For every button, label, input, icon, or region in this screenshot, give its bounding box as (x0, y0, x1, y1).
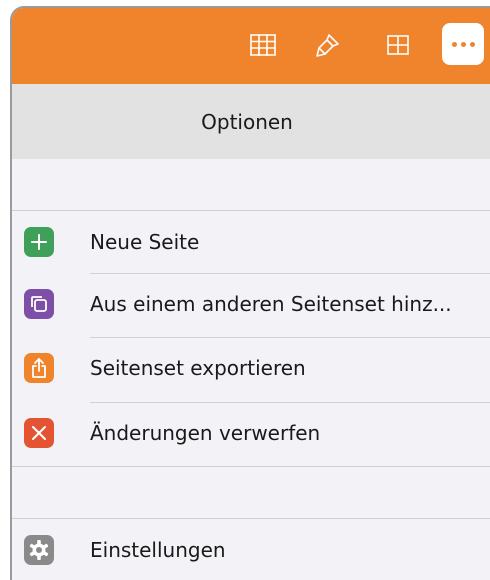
menu-item-export-set[interactable]: Seitenset exportieren (12, 338, 490, 398)
menu-item-label: Aus einem anderen Seitenset hinz... (90, 292, 452, 316)
divider (12, 466, 490, 467)
menu-item-label: Neue Seite (90, 230, 200, 254)
close-icon (24, 418, 54, 448)
share-icon (24, 353, 54, 383)
menu-item-discard-changes[interactable]: Änderungen verwerfen (12, 403, 490, 463)
menu-item-add-from-other-set[interactable]: Aus einem anderen Seitenset hinz... (12, 274, 490, 334)
divider (12, 210, 490, 211)
copy-pages-icon (24, 289, 54, 319)
menu-item-label: Änderungen verwerfen (90, 421, 321, 445)
paintbrush-icon[interactable] (313, 30, 343, 60)
divider (12, 518, 490, 519)
menu-item-label: Einstellungen (90, 538, 226, 562)
plus-icon (24, 227, 54, 257)
menu-item-new-page[interactable]: Neue Seite (12, 212, 490, 272)
grid-icon[interactable] (383, 30, 413, 60)
menu-item-settings[interactable]: Einstellungen (12, 520, 490, 580)
gear-icon (24, 535, 54, 565)
page-title: Optionen (12, 84, 490, 159)
more-icon[interactable] (442, 23, 484, 65)
options-panel: Optionen Neue Seite Aus einem anderen Se… (10, 6, 490, 580)
menu-item-label: Seitenset exportieren (90, 356, 306, 380)
toolbar (12, 8, 490, 84)
table-grid-icon[interactable] (248, 30, 278, 60)
